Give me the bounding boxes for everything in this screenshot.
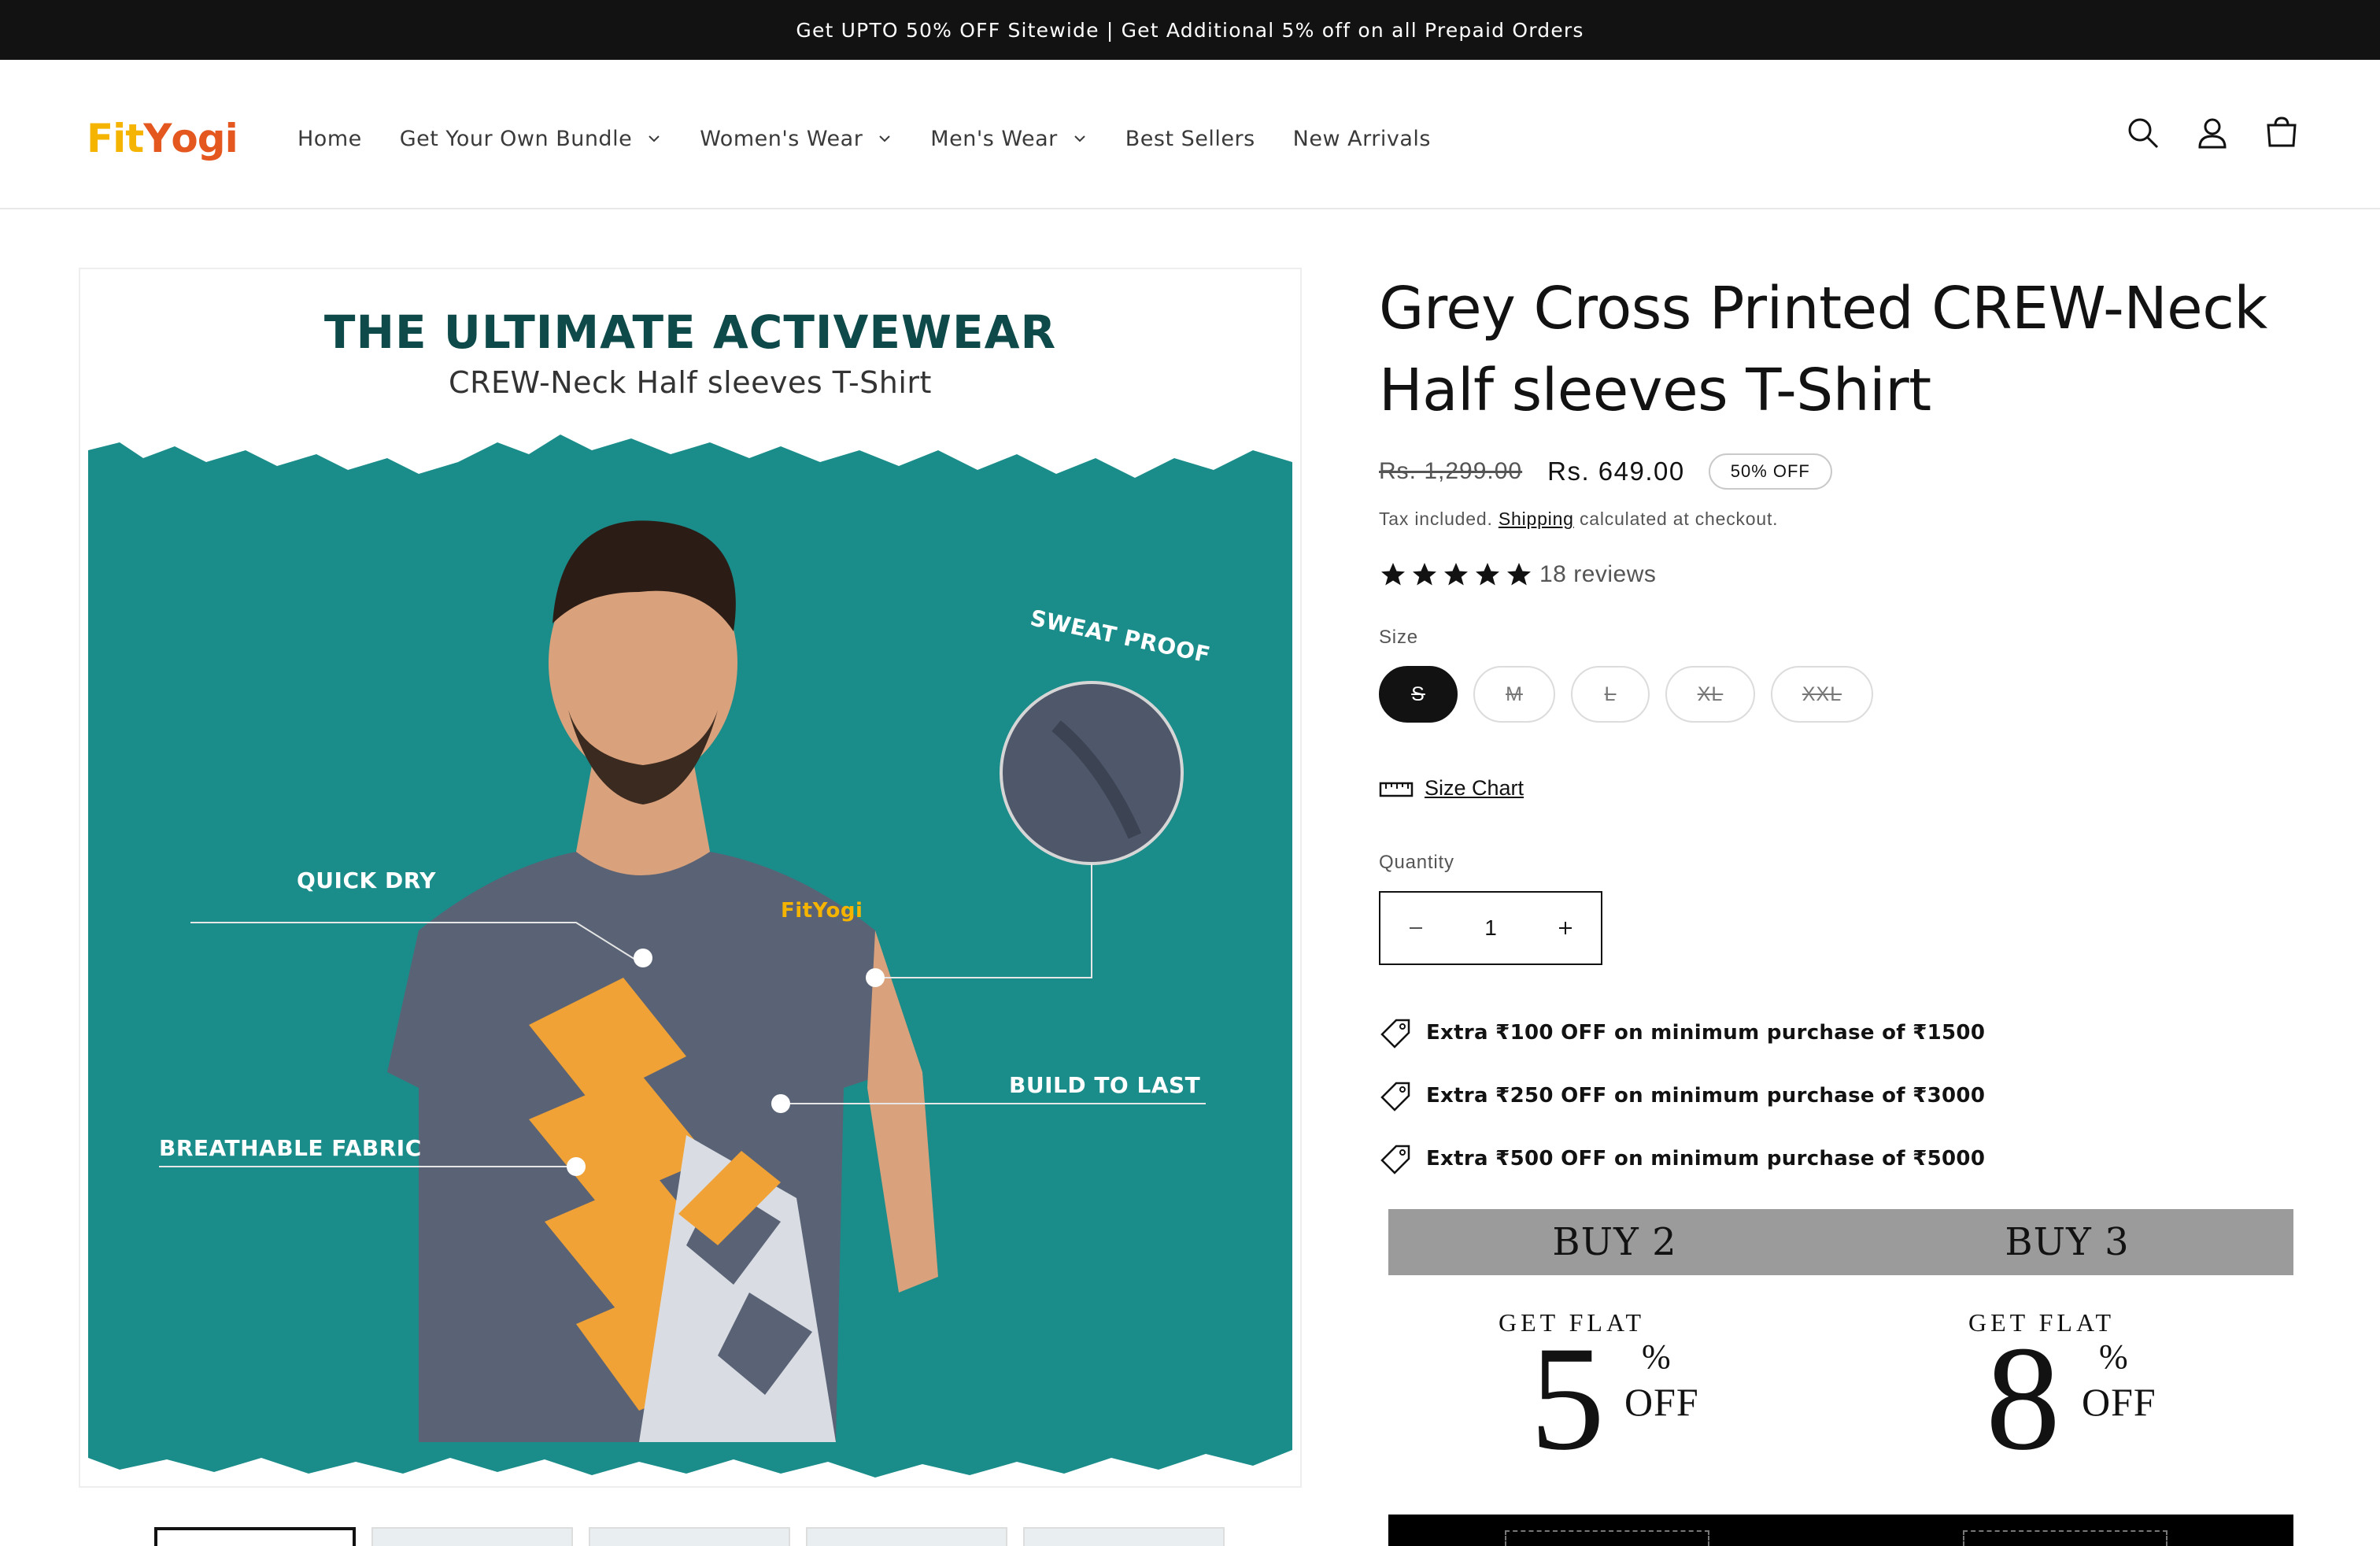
feature-quick-dry: QUICK DRY xyxy=(297,867,436,893)
size-option-m[interactable]: M xyxy=(1473,666,1555,723)
announcement-text: Get UPTO 50% OFF Sitewide | Get Addition… xyxy=(796,18,1584,42)
size-options: S M L XL XXL xyxy=(1379,666,1889,723)
search-icon[interactable] xyxy=(2123,113,2163,153)
nav-mens-label: Men's Wear xyxy=(930,126,1058,151)
shirt-logo: FitYogi xyxy=(781,899,863,923)
percent-sign: % xyxy=(2099,1337,2128,1376)
offers-list: Extra ₹100 OFF on minimum purchase of ₹1… xyxy=(1379,1001,1985,1190)
header-icons xyxy=(2094,113,2301,153)
logo-text-fit: Fit xyxy=(87,116,144,161)
offer-text: Extra ₹500 OFF on minimum purchase of ₹5… xyxy=(1426,1147,1986,1171)
size-option-xxl[interactable]: XXL xyxy=(1771,666,1873,723)
nav-womens-label: Women's Wear xyxy=(700,126,863,151)
chevron-down-icon xyxy=(1074,135,1085,142)
off-label: OFF xyxy=(2082,1380,2156,1424)
account-icon[interactable] xyxy=(2193,113,2232,153)
nav-bundle-label: Get Your Own Bundle xyxy=(399,126,633,151)
thumbnail-2[interactable] xyxy=(371,1527,573,1546)
buy-3-label: BUY 3 xyxy=(2005,1220,2130,1264)
star-icon xyxy=(1444,563,1468,586)
product-title: Grey Cross Printed CREW-Neck Half sleeve… xyxy=(1379,275,2267,424)
star-icon xyxy=(1413,563,1436,586)
deal-number: 8 xyxy=(1986,1316,2060,1481)
star-icon xyxy=(1476,563,1499,586)
quantity-input[interactable] xyxy=(1455,915,1526,941)
nav-home[interactable]: Home xyxy=(298,127,362,151)
nav-bundle[interactable]: Get Your Own Bundle xyxy=(400,127,662,151)
product-info: Grey Cross Printed CREW-Neck Half sleeve… xyxy=(1379,268,2308,1174)
star-icon xyxy=(1381,563,1405,586)
quantity-stepper xyxy=(1379,891,1602,965)
hero-title: THE ULTIMATE ACTIVEWEAR xyxy=(323,305,1057,359)
offer-item: Extra ₹100 OFF on minimum purchase of ₹1… xyxy=(1379,1001,1985,1064)
percent-sign: % xyxy=(1642,1337,1671,1376)
tax-text-end: calculated at checkout. xyxy=(1579,509,1779,529)
bundle-header: BUY 2 BUY 3 xyxy=(1388,1209,2293,1275)
feature-breathable-fabric: BREATHABLE FABRIC xyxy=(159,1135,422,1161)
deal-buy-3: GET FLAT 8 % OFF xyxy=(1841,1308,2293,1474)
off-label: OFF xyxy=(1624,1380,1699,1424)
tax-note: Tax included. Shipping calculated at che… xyxy=(1379,509,1778,530)
site-header: Fit Yogi Home Get Your Own Bundle Women's… xyxy=(0,60,2380,209)
star-icon xyxy=(1507,563,1531,586)
nav-new-arrivals[interactable]: New Arrivals xyxy=(1293,127,1431,151)
nav-womens-wear[interactable]: Women's Wear xyxy=(700,127,893,151)
hero-artwork: SWEAT PROOF QUICK DRY BUILD TO LAST BREA… xyxy=(88,427,1292,1481)
bundle-offer-banner[interactable]: BUY 2 BUY 3 GET FLAT 5 % OFF GET FLAT 8 … xyxy=(1388,1209,2293,1546)
tag-icon xyxy=(1380,1145,1410,1174)
nav-best-sellers-label: Best Sellers xyxy=(1125,126,1255,151)
shipping-link[interactable]: Shipping xyxy=(1499,509,1574,529)
logo-text-y: Y xyxy=(143,116,172,161)
thumbnail-5[interactable] xyxy=(1023,1527,1225,1546)
hero-illustration xyxy=(88,435,1292,1478)
price-sale: Rs. 649.00 xyxy=(1547,457,1685,486)
review-count: 18 reviews xyxy=(1539,561,1657,587)
tag-icon xyxy=(1380,1019,1410,1049)
thumbnail-3[interactable] xyxy=(589,1527,790,1546)
size-option-l[interactable]: L xyxy=(1571,666,1650,723)
size-chart-link[interactable]: Size Chart xyxy=(1379,776,1524,801)
bundle-footer xyxy=(1388,1515,2293,1546)
price-regular: Rs. 1,299.00 xyxy=(1379,458,1523,484)
offer-item: Extra ₹500 OFF on minimum purchase of ₹5… xyxy=(1379,1127,1985,1190)
chevron-down-icon xyxy=(879,135,891,142)
minus-icon xyxy=(1410,927,1422,929)
feature-build-to-last: BUILD TO LAST xyxy=(1009,1072,1201,1098)
deal-number: 5 xyxy=(1530,1316,1605,1481)
discount-badge: 50% OFF xyxy=(1708,453,1832,490)
size-chart-label: Size Chart xyxy=(1425,776,1524,800)
main-nav: Home Get Your Own Bundle Women's Wear Me… xyxy=(298,115,1469,162)
product-main-image[interactable]: THE ULTIMATE ACTIVEWEAR CREW-Neck Half s… xyxy=(79,268,1302,1488)
size-option-s[interactable]: S xyxy=(1379,666,1458,723)
thumbnail-4[interactable] xyxy=(806,1527,1007,1546)
chevron-down-icon xyxy=(649,135,660,142)
rating[interactable]: 18 reviews xyxy=(1379,560,1656,589)
nav-home-label: Home xyxy=(298,126,362,151)
thumbnail-strip xyxy=(154,1527,1240,1546)
fityogi-logo[interactable]: Fit Yogi xyxy=(87,107,238,170)
ruler-icon xyxy=(1379,782,1414,797)
hero-subtitle: CREW-Neck Half sleeves T-Shirt xyxy=(449,365,932,400)
offer-item: Extra ₹250 OFF on minimum purchase of ₹3… xyxy=(1379,1064,1985,1127)
plus-icon xyxy=(1559,922,1572,934)
size-option-xl[interactable]: XL xyxy=(1665,666,1755,723)
nav-best-sellers[interactable]: Best Sellers xyxy=(1125,127,1255,151)
deal-buy-2: GET FLAT 5 % OFF xyxy=(1388,1308,1841,1474)
announcement-bar: Get UPTO 50% OFF Sitewide | Get Addition… xyxy=(0,0,2380,60)
quantity-decrease-button[interactable] xyxy=(1380,893,1451,963)
offer-text: Extra ₹100 OFF on minimum purchase of ₹1… xyxy=(1426,1021,1986,1045)
price-row: Rs. 1,299.00 Rs. 649.00 50% OFF xyxy=(1379,453,1832,490)
quantity-label: Quantity xyxy=(1379,852,1454,873)
tag-icon xyxy=(1380,1082,1410,1111)
thumbnail-1[interactable] xyxy=(154,1527,356,1546)
nav-mens-wear[interactable]: Men's Wear xyxy=(930,127,1087,151)
nav-new-arrivals-label: New Arrivals xyxy=(1292,126,1431,151)
offer-text: Extra ₹250 OFF on minimum purchase of ₹3… xyxy=(1426,1084,1986,1108)
quantity-increase-button[interactable] xyxy=(1530,893,1601,963)
buy-2-label: BUY 2 xyxy=(1552,1220,1677,1264)
tax-text: Tax included. xyxy=(1379,509,1493,529)
logo-text-ogi: ogi xyxy=(171,116,238,161)
cart-icon[interactable] xyxy=(2262,113,2301,153)
size-label: Size xyxy=(1379,627,1418,648)
